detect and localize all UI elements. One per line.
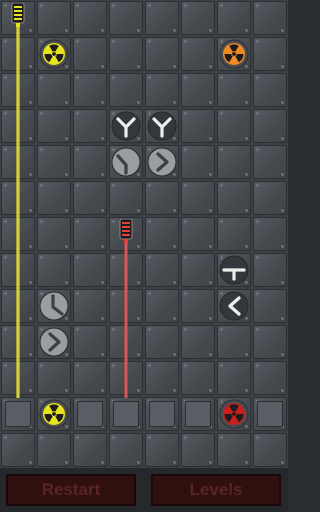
levels-button[interactable]: Levels: [151, 474, 281, 506]
floor-tile[interactable]: [253, 433, 287, 467]
floor-tile[interactable]: [181, 37, 215, 71]
floor-tile[interactable]: [181, 109, 215, 143]
floor-tile[interactable]: [145, 361, 179, 395]
inventory-slot[interactable]: [77, 401, 103, 427]
floor-tile[interactable]: [145, 73, 179, 107]
floor-tile[interactable]: [145, 325, 179, 359]
floor-tile[interactable]: [181, 181, 215, 215]
floor-tile[interactable]: [1, 433, 35, 467]
yellow-laser-beam: [16, 26, 20, 398]
floor-tile[interactable]: [37, 73, 71, 107]
red-laser-emitter[interactable]: [117, 218, 135, 248]
radiation-icon: [39, 39, 69, 74]
floor-tile[interactable]: [73, 325, 107, 359]
floor-tile[interactable]: [253, 325, 287, 359]
floor-tile[interactable]: [217, 73, 251, 107]
floor-tile[interactable]: [73, 73, 107, 107]
floor-tile[interactable]: [37, 109, 71, 143]
floor-tile[interactable]: [109, 37, 143, 71]
floor-tile[interactable]: [253, 361, 287, 395]
floor-tile[interactable]: [73, 1, 107, 35]
floor-tile[interactable]: [73, 253, 107, 287]
floor-tile[interactable]: [217, 433, 251, 467]
floor-tile[interactable]: [181, 289, 215, 323]
game-screen: Restart Levels: [0, 0, 288, 512]
floor-tile[interactable]: [73, 361, 107, 395]
chevron-right-icon[interactable]: [39, 327, 69, 362]
floor-tile[interactable]: [217, 1, 251, 35]
floor-tile[interactable]: [253, 217, 287, 251]
floor-tile[interactable]: [109, 433, 143, 467]
yellow-laser-emitter[interactable]: [9, 2, 27, 32]
floor-tile[interactable]: [253, 109, 287, 143]
floor-tile[interactable]: [217, 217, 251, 251]
mirror-bend-icon[interactable]: [111, 147, 141, 182]
inventory-slot[interactable]: [5, 401, 31, 427]
floor-tile[interactable]: [181, 73, 215, 107]
floor-tile[interactable]: [145, 433, 179, 467]
inventory-slot[interactable]: [113, 401, 139, 427]
floor-tile[interactable]: [109, 181, 143, 215]
floor-tile[interactable]: [253, 1, 287, 35]
floor-tile[interactable]: [145, 289, 179, 323]
floor-tile[interactable]: [181, 325, 215, 359]
red-laser-beam: [124, 242, 128, 398]
floor-tile[interactable]: [37, 217, 71, 251]
floor-tile[interactable]: [181, 145, 215, 179]
angle-mirror-icon[interactable]: [39, 291, 69, 326]
floor-tile[interactable]: [109, 73, 143, 107]
floor-tile[interactable]: [253, 289, 287, 323]
floor-tile[interactable]: [181, 433, 215, 467]
splitter-icon[interactable]: [111, 111, 141, 146]
floor-tile[interactable]: [37, 145, 71, 179]
floor-tile[interactable]: [73, 289, 107, 323]
floor-tile[interactable]: [37, 1, 71, 35]
floor-tile[interactable]: [37, 361, 71, 395]
radiation-icon: [39, 399, 69, 434]
floor-tile[interactable]: [181, 217, 215, 251]
floor-tile[interactable]: [73, 181, 107, 215]
floor-tile[interactable]: [181, 361, 215, 395]
floor-tile[interactable]: [217, 325, 251, 359]
floor-tile[interactable]: [37, 433, 71, 467]
floor-tile[interactable]: [145, 37, 179, 71]
radiation-icon: [219, 39, 249, 74]
floor-tile[interactable]: [181, 1, 215, 35]
floor-tile[interactable]: [253, 253, 287, 287]
inventory-slot[interactable]: [257, 401, 283, 427]
floor-tile[interactable]: [253, 145, 287, 179]
inventory-slot[interactable]: [149, 401, 175, 427]
floor-tile[interactable]: [217, 361, 251, 395]
inventory-slot[interactable]: [185, 401, 211, 427]
floor-tile[interactable]: [145, 253, 179, 287]
floor-tile[interactable]: [73, 217, 107, 251]
floor-tile[interactable]: [253, 73, 287, 107]
radiation-icon: [219, 399, 249, 434]
floor-tile[interactable]: [145, 1, 179, 35]
floor-tile[interactable]: [217, 181, 251, 215]
floor-tile[interactable]: [145, 181, 179, 215]
floor-tile[interactable]: [253, 37, 287, 71]
restart-button[interactable]: Restart: [6, 474, 136, 506]
floor-tile[interactable]: [217, 145, 251, 179]
floor-tile[interactable]: [37, 253, 71, 287]
splitter-icon[interactable]: [147, 111, 177, 146]
floor-tile[interactable]: [73, 37, 107, 71]
floor-tile[interactable]: [181, 253, 215, 287]
floor-tile[interactable]: [253, 181, 287, 215]
floor-tile[interactable]: [37, 181, 71, 215]
floor-tile[interactable]: [73, 109, 107, 143]
floor-tile[interactable]: [217, 109, 251, 143]
chevron-left-icon[interactable]: [219, 291, 249, 326]
floor-tile[interactable]: [73, 433, 107, 467]
floor-tile[interactable]: [145, 217, 179, 251]
tee-icon[interactable]: [219, 255, 249, 290]
chevron-right-icon[interactable]: [147, 147, 177, 182]
floor-tile[interactable]: [109, 1, 143, 35]
floor-tile[interactable]: [73, 145, 107, 179]
